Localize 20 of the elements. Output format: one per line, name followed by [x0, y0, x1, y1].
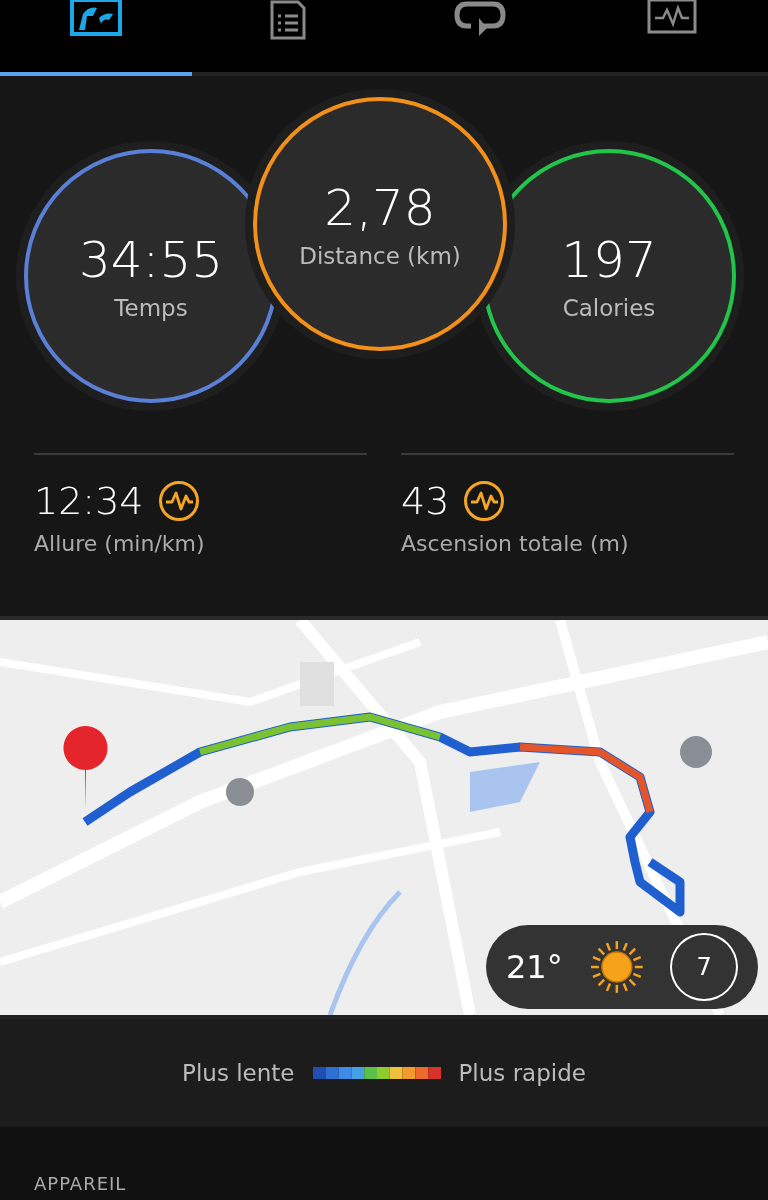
metric-label: Ascension totale (m): [401, 531, 630, 556]
stat-label: Distance (km): [299, 243, 461, 269]
metric-label: Allure (min/km): [34, 531, 206, 556]
stat-label: Calories: [562, 295, 656, 321]
pulse-icon: [463, 480, 506, 522]
stat-label: Temps: [114, 295, 188, 321]
metric-value: 12:34: [34, 479, 144, 523]
list-icon: [268, 0, 308, 40]
stat-value: 34:55: [78, 231, 224, 289]
metric-value: 43: [401, 479, 450, 523]
stat-value: 2,78: [324, 179, 436, 237]
sun-icon: [588, 939, 645, 995]
stat-value: 197: [561, 231, 657, 289]
wind-speed: 7: [696, 953, 712, 981]
pulse-icon: [157, 480, 200, 522]
legend-label: Plus rapide: [458, 1060, 586, 1086]
temperature: 21°: [506, 948, 563, 986]
pulse-chart-icon: [647, 0, 697, 36]
section-heading: APPAREIL: [34, 1173, 127, 1194]
legend-label: Plus lente: [182, 1060, 295, 1086]
